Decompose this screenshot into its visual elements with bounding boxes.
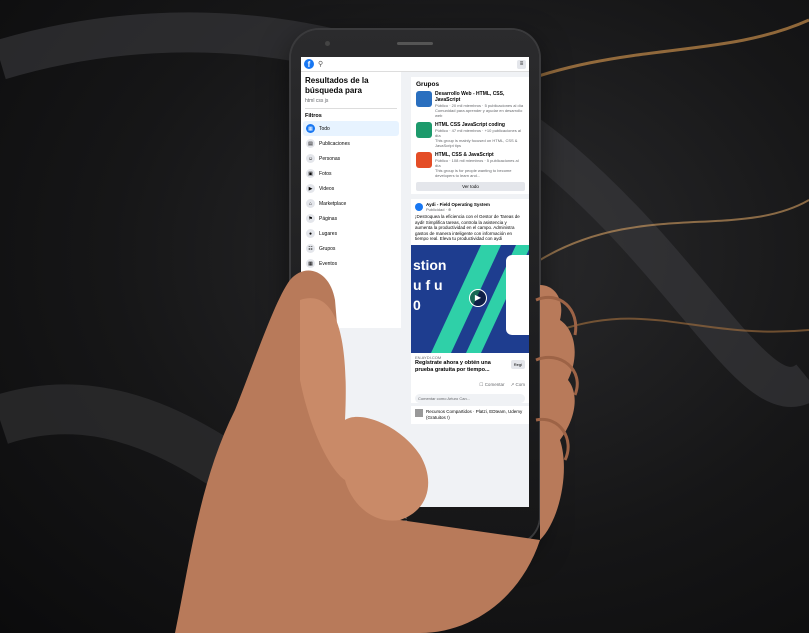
results-column: Grupos Desarrollo Web - HTML, CSS, JavaS… — [411, 72, 529, 424]
earpiece-speaker — [397, 42, 433, 45]
sponsored-post: Aydi - Field Operating System Publicidad… — [411, 199, 529, 403]
share-label: Com — [515, 381, 525, 387]
video-icon: ▶ — [306, 184, 315, 193]
calendar-icon: ▦ — [306, 259, 315, 268]
group-result[interactable]: HTML, CSS & JavaScript Público · 108 mil… — [416, 152, 525, 178]
filter-videos[interactable]: ▶ Videos — [303, 181, 399, 196]
filter-label: Todo — [319, 125, 330, 132]
ad-header: Aydi - Field Operating System Publicidad… — [415, 202, 525, 212]
filter-grupos[interactable]: ☷ Grupos — [303, 241, 399, 256]
facebook-icon[interactable]: f — [304, 59, 314, 69]
filter-label: Eventos — [319, 260, 338, 267]
group-post: Recursos Compartidos · Platzi, EDteam, U… — [411, 405, 529, 424]
phone-screen: f ⚲ ≡ Resultados de la búsqueda para htm… — [301, 57, 529, 507]
filter-label: Lugares — [319, 230, 338, 237]
ad-text: ¡Destroquea la eficiencia con el Gestor … — [415, 214, 520, 241]
filter-publicaciones[interactable]: ▤ Publicaciones — [303, 136, 399, 151]
share-button[interactable]: ↗ Com — [510, 382, 525, 388]
filters-title: Filtros — [305, 113, 322, 119]
filter-label: Personas — [319, 155, 341, 162]
filter-label: Publicaciones — [319, 140, 350, 147]
group-icon: ☷ — [306, 244, 315, 253]
group-desc: This group is mainly focused on HTML, CS… — [435, 138, 518, 148]
ad-video[interactable]: stion u f u 0 ▶ — [411, 244, 529, 353]
filter-label: Páginas — [319, 215, 338, 222]
group-desc: This group is for people wanting to beco… — [435, 168, 512, 178]
search-filters-panel: Resultados de la búsqueda para html css … — [301, 72, 401, 328]
group-meta: Público · 47 mil miembros · +10 publicac… — [435, 128, 521, 138]
group-thumbnail — [416, 91, 432, 107]
groups-title: Grupos — [416, 81, 440, 88]
group-result[interactable]: HTML CSS JavaScript coding Público · 47 … — [416, 122, 525, 148]
comment-input[interactable]: Comentar como Arturo Can... — [415, 393, 525, 403]
ad-cta: Regístrate ahora y obtén una prueba grat… — [415, 359, 525, 374]
post-thumbnail — [415, 408, 423, 417]
filter-personas[interactable]: ☺ Personas — [303, 151, 399, 166]
top-bar: f ⚲ ≡ — [301, 57, 529, 72]
menu-icon[interactable]: ≡ — [517, 59, 526, 69]
filter-eventos[interactable]: ▦ Eventos — [303, 256, 399, 271]
search-icon[interactable]: ⚲ — [318, 60, 323, 68]
group-thumbnail — [416, 122, 432, 138]
page-title: Resultados de la búsqueda para — [305, 76, 369, 95]
shop-icon: ⌂ — [306, 199, 315, 208]
video-overlay-text: stion u f u 0 — [413, 256, 447, 313]
grid-icon: ▦ — [306, 124, 315, 133]
ad-meta: Publicidad · ⊕ — [426, 207, 452, 212]
groups-card: Grupos Desarrollo Web - HTML, CSS, JavaS… — [411, 77, 529, 194]
group-result[interactable]: Desarrollo Web - HTML, CSS, JavaScript P… — [416, 91, 525, 118]
group-desc: Comunidad para aprender y ayudar en desa… — [435, 108, 523, 118]
search-query: html css js — [305, 98, 329, 104]
filter-lugares[interactable]: ● Lugares — [303, 226, 399, 241]
flag-icon: ⚑ — [306, 214, 315, 223]
see-all-button[interactable]: Ver todo — [416, 182, 525, 191]
comment-button[interactable]: ☐ Comentar — [479, 382, 504, 388]
pin-icon: ● — [306, 229, 315, 238]
filter-fotos[interactable]: ▣ Fotos — [303, 166, 399, 181]
play-icon[interactable]: ▶ — [469, 288, 487, 307]
comment-label: Comentar — [484, 381, 505, 387]
group-meta: Público · 108 mil miembros · 5 publicaci… — [435, 158, 519, 168]
phone-device: f ⚲ ≡ Resultados de la búsqueda para htm… — [291, 30, 539, 544]
post-icon: ▤ — [306, 139, 315, 148]
filter-label: Marketplace — [319, 200, 347, 207]
filter-label: Grupos — [319, 245, 336, 252]
cta-title[interactable]: Regístrate ahora y obtén una prueba grat… — [415, 360, 501, 374]
photo-icon: ▣ — [306, 169, 315, 178]
filter-label: Videos — [319, 185, 335, 192]
phone-logo: LG — [391, 514, 410, 528]
register-button[interactable]: Regi — [510, 359, 525, 369]
filter-paginas[interactable]: ⚑ Páginas — [303, 211, 399, 226]
filter-label: Fotos — [319, 170, 332, 177]
post-text[interactable]: Recursos Compartidos · Platzi, EDteam, U… — [426, 409, 525, 421]
front-camera — [325, 41, 330, 46]
group-thumbnail — [416, 152, 432, 168]
post-actions: ☐ Comentar ↗ Com — [415, 374, 525, 392]
group-name[interactable]: Desarrollo Web - HTML, CSS, JavaScript — [435, 91, 525, 103]
filter-todo[interactable]: ▦ Todo — [303, 121, 399, 136]
people-icon: ☺ — [306, 154, 315, 163]
avatar[interactable] — [415, 203, 423, 211]
filter-marketplace[interactable]: ⌂ Marketplace — [303, 196, 399, 211]
